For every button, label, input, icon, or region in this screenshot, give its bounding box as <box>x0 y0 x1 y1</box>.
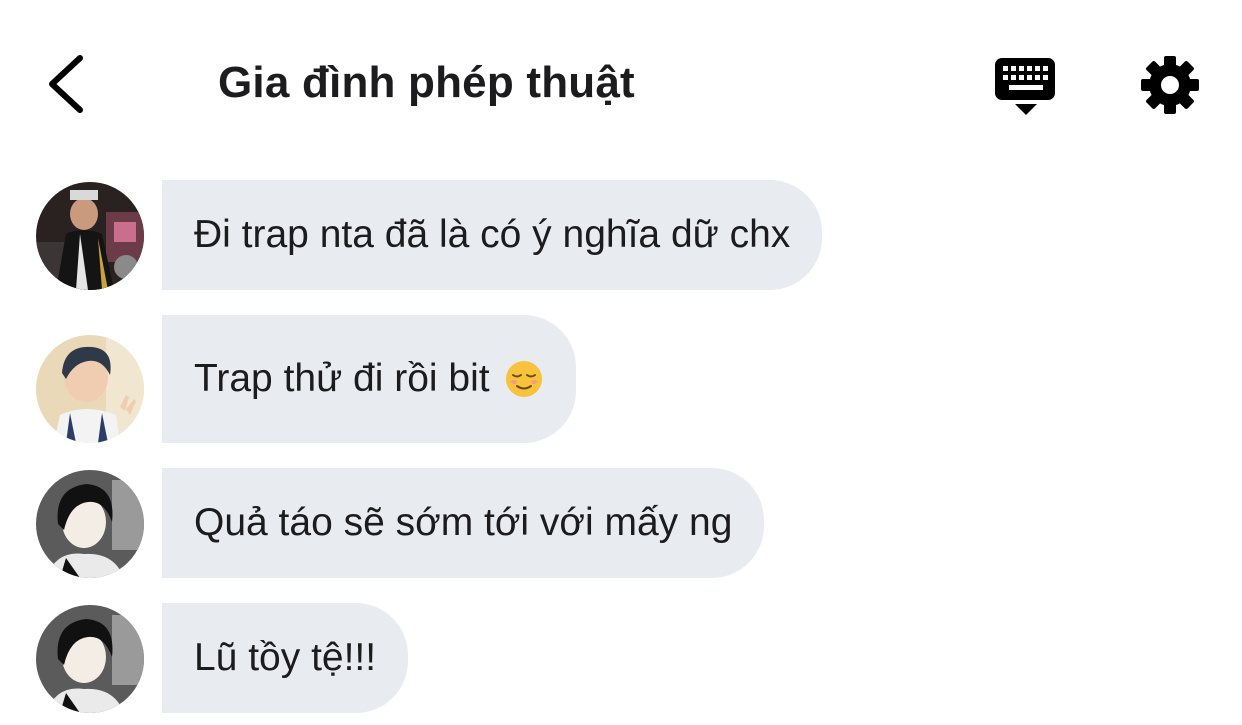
message-bubble[interactable]: Lũ tồy tệ!!! <box>162 603 409 713</box>
message-bubble[interactable]: Trap thử đi rồi bit <box>162 315 576 443</box>
avatar-3-image <box>36 605 144 713</box>
chat-screen: Gia đình phép thuật Đi trap nta đã là có… <box>0 0 1242 725</box>
avatar-1-image <box>36 182 144 290</box>
settings-button[interactable] <box>1138 53 1202 117</box>
message-bubble[interactable]: Đi trap nta đã là có ý nghĩa dữ chx <box>162 180 823 290</box>
message-text: Trap thử đi rồi bit <box>194 357 490 400</box>
relieved-face-emoji <box>505 361 542 397</box>
avatar[interactable] <box>36 182 144 290</box>
avatar-3-image <box>36 470 144 578</box>
message-text: Quả táo sẽ sớm tới với mấy ng <box>194 501 733 544</box>
keyboard-toggle-button[interactable] <box>993 56 1059 118</box>
avatar[interactable] <box>36 605 144 713</box>
avatar[interactable] <box>36 470 144 578</box>
avatar[interactable] <box>36 335 144 443</box>
back-button[interactable] <box>40 50 100 120</box>
keyboard-icon <box>995 58 1055 115</box>
message-text: Lũ tồy tệ!!! <box>194 636 377 679</box>
avatar-2-image <box>36 335 144 443</box>
chevron-left-icon <box>49 55 83 113</box>
gear-icon <box>1141 56 1199 114</box>
message-bubble[interactable]: Quả táo sẽ sớm tới với mấy ng <box>162 468 765 578</box>
chat-title: Gia đình phép thuật <box>218 58 635 107</box>
message-text: Đi trap nta đã là có ý nghĩa dữ chx <box>194 213 791 256</box>
